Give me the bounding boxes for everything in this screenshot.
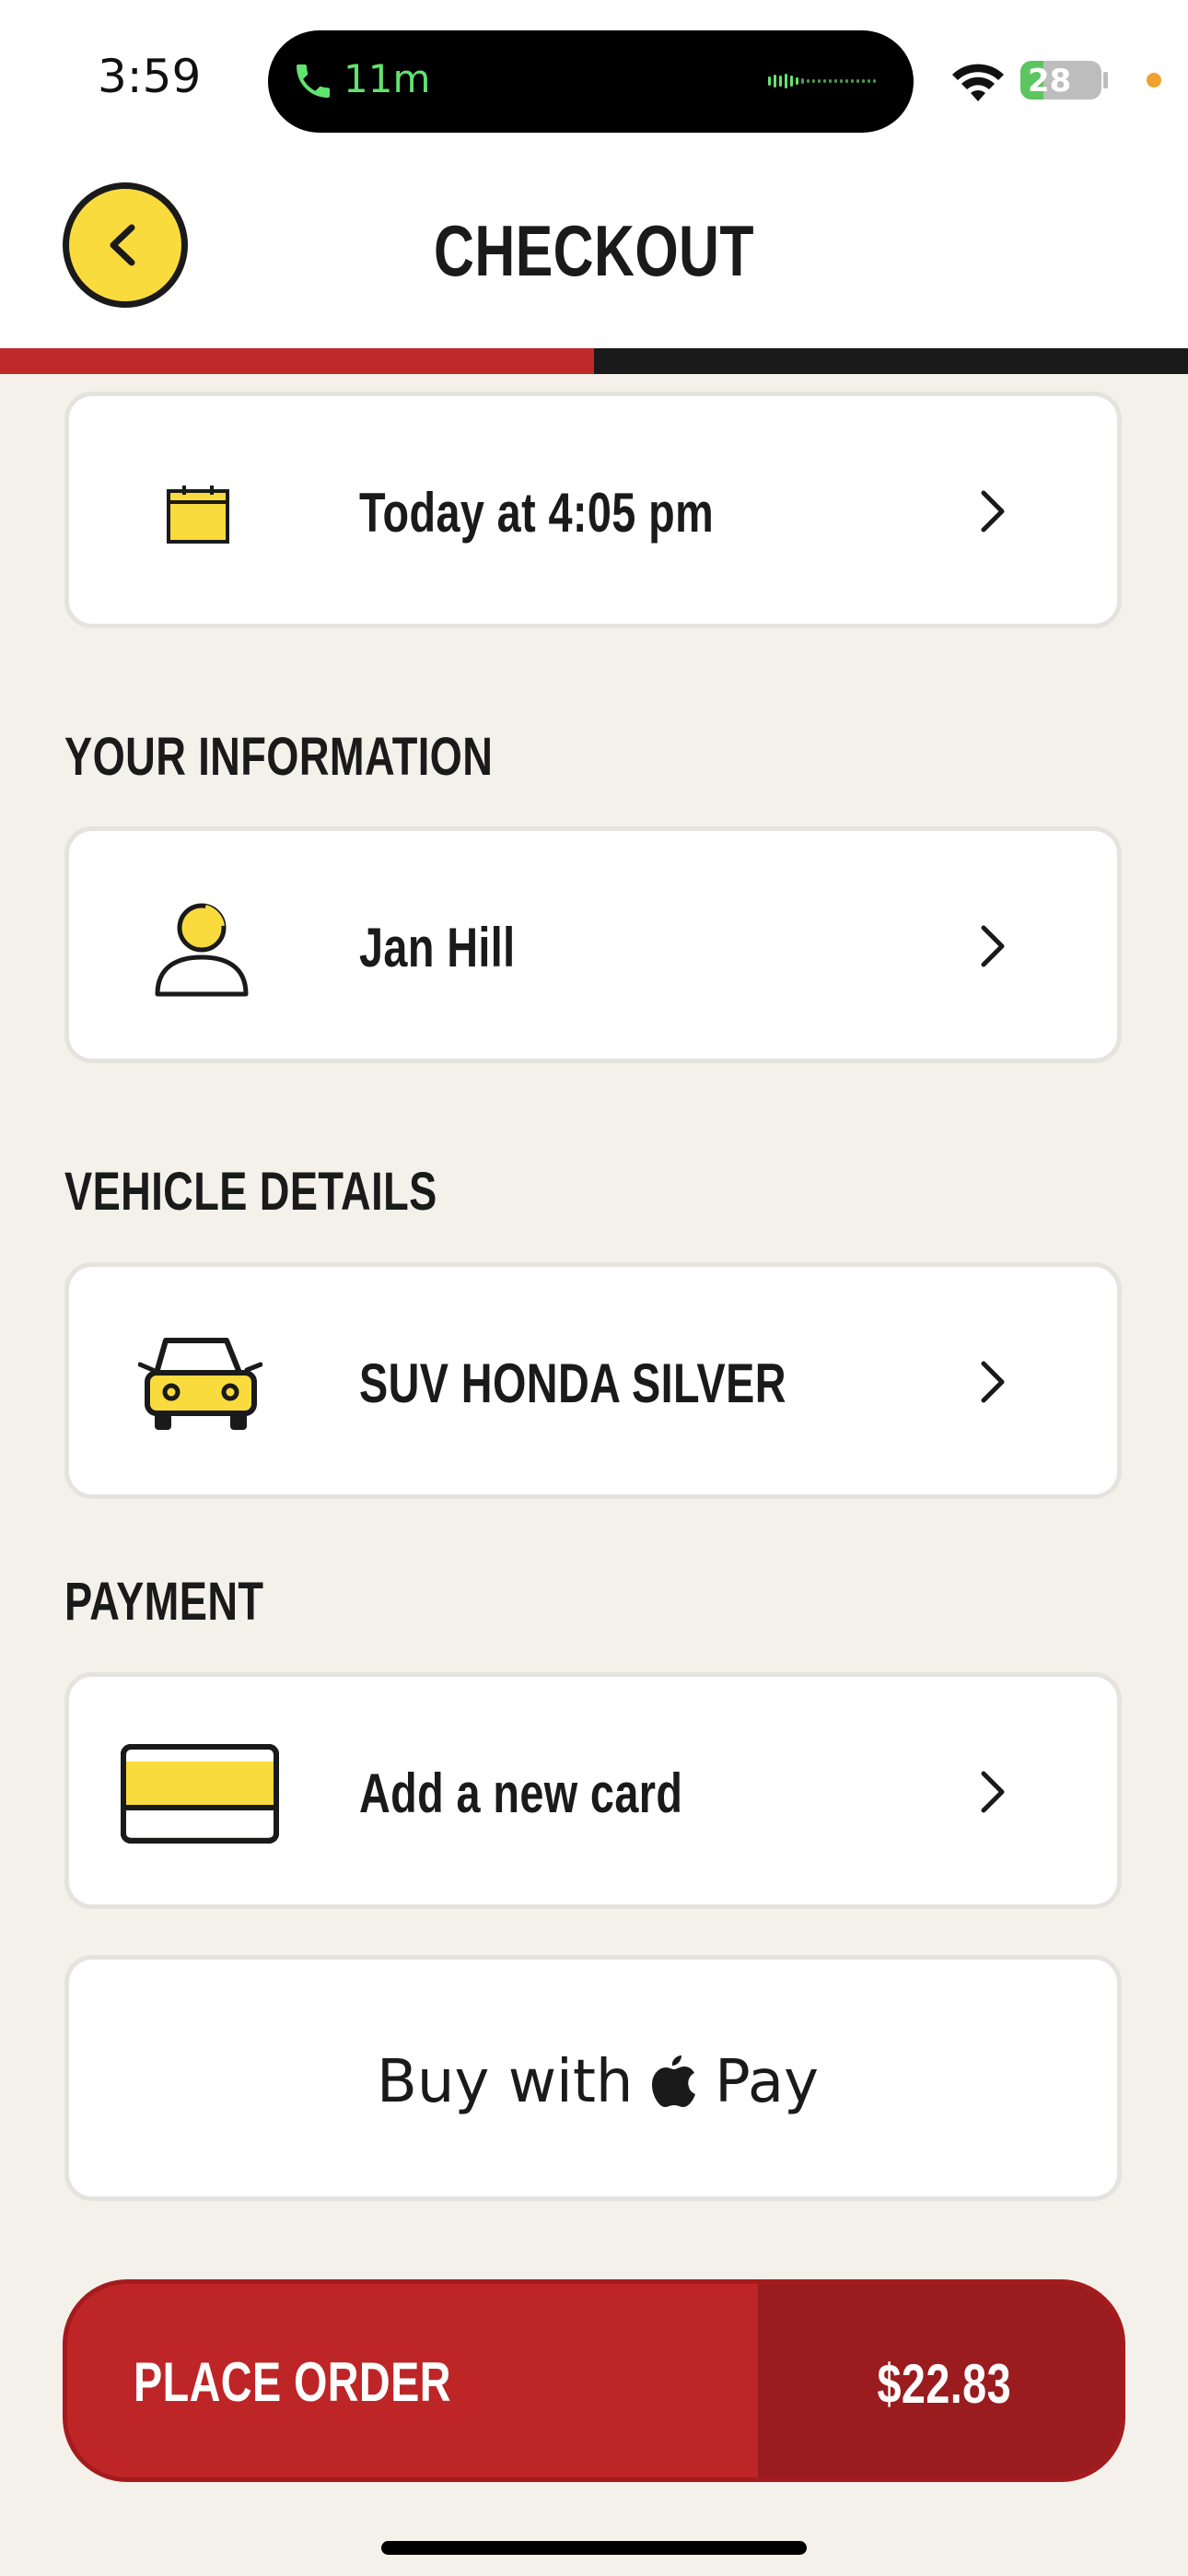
customer-name: Jan Hill [359, 917, 516, 978]
phone-icon [297, 64, 330, 98]
car-icon [138, 1338, 262, 1430]
pickup-time-card[interactable]: Today at 4:05 pm [64, 392, 1122, 628]
chevron-right-icon [981, 490, 1005, 533]
place-order-button[interactable]: PLACE ORDER $22.83 [63, 2279, 1125, 2482]
apple-pay-button[interactable]: Buy with Pay [64, 1955, 1122, 2201]
your-information-heading: YOUR INFORMATION [64, 727, 494, 787]
battery-level: 28 [1028, 63, 1072, 100]
your-information-card[interactable]: Jan Hill [64, 826, 1122, 1063]
vehicle-details-card[interactable]: SUV HONDA SILVER [64, 1262, 1122, 1499]
place-order-label: PLACE ORDER [134, 2351, 451, 2413]
privacy-indicator-dot [1147, 73, 1161, 88]
order-total-panel: $22.83 [758, 2284, 1121, 2477]
vehicle-description: SUV HONDA SILVER [359, 1352, 786, 1414]
page-title: CHECKOUT [434, 210, 754, 291]
waveform-icon [768, 74, 876, 88]
apple-logo-icon [651, 2055, 695, 2107]
add-card-card[interactable]: Add a new card [64, 1672, 1122, 1909]
add-card-label: Add a new card [359, 1762, 683, 1824]
calendar-icon [167, 486, 229, 544]
call-duration: 11m [344, 56, 431, 101]
chevron-right-icon [981, 1361, 1005, 1403]
status-bar: 3:59 11m 28 [0, 0, 1188, 152]
payment-heading: PAYMENT [64, 1572, 264, 1632]
wifi-icon [952, 64, 1004, 101]
home-indicator[interactable] [381, 2541, 807, 2555]
pickup-time-label: Today at 4:05 pm [359, 482, 715, 544]
chevron-right-icon [981, 1771, 1005, 1813]
dynamic-island-call[interactable]: 11m [268, 30, 914, 133]
credit-card-icon [121, 1744, 279, 1844]
chevron-right-icon [981, 925, 1005, 967]
status-time: 3:59 [98, 50, 202, 103]
checkout-progress-bar [0, 348, 1188, 374]
apple-pay-label: Buy with Pay [377, 2048, 819, 2116]
order-total: $22.83 [877, 2353, 1011, 2415]
vehicle-details-heading: VEHICLE DETAILS [64, 1162, 437, 1222]
header: CHECKOUT [0, 152, 1188, 348]
battery-tip [1103, 72, 1108, 88]
battery-icon: 28 [1020, 61, 1101, 100]
person-icon [155, 903, 249, 997]
